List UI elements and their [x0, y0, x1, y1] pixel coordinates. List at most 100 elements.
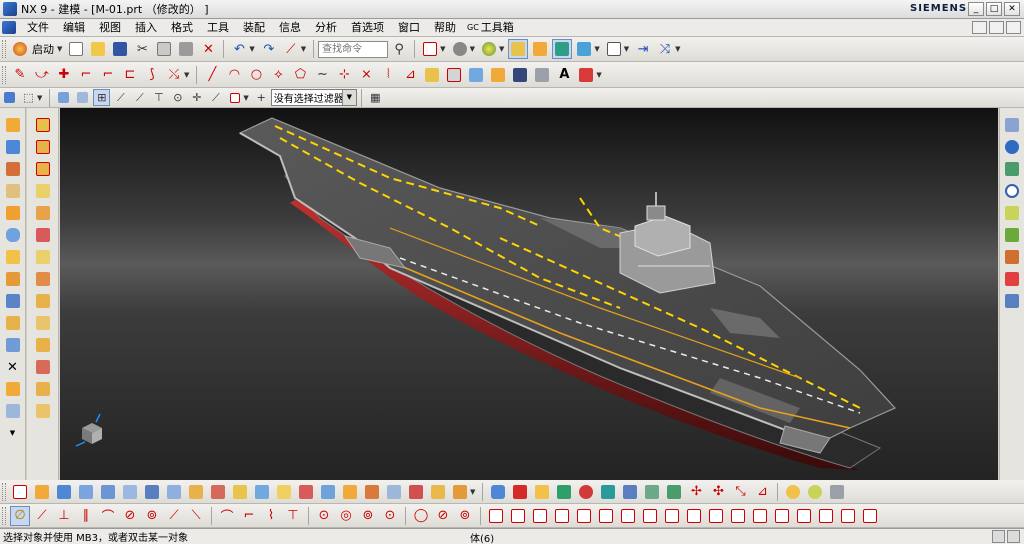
point-on-curve-icon[interactable]: ⟋ — [207, 89, 224, 106]
patch-icon[interactable] — [34, 402, 52, 420]
web-browser-icon[interactable] — [1003, 248, 1021, 266]
polar-icon[interactable]: ⊚ — [455, 506, 475, 526]
nx-app-icon[interactable] — [3, 2, 17, 16]
select-faces-icon[interactable] — [74, 89, 91, 106]
unite-icon[interactable] — [4, 270, 22, 288]
menu-format[interactable]: 格式 — [164, 20, 200, 36]
document-icon[interactable] — [2, 21, 16, 34]
trim-icon[interactable]: ✚ — [54, 65, 74, 85]
mirror-curve-icon[interactable]: ⟆ — [142, 65, 162, 85]
surface-join-icon[interactable] — [552, 506, 572, 526]
surface-trim-icon[interactable] — [486, 506, 506, 526]
circle-point-icon[interactable]: ⊙ — [314, 506, 334, 526]
menu-tools[interactable]: 工具 — [200, 20, 236, 36]
bounded-plane-icon[interactable] — [32, 482, 52, 502]
curve-mesh-icon[interactable]: ⊿ — [400, 65, 420, 85]
surface-rib-icon[interactable] — [816, 506, 836, 526]
polygon-icon[interactable]: ⬠ — [290, 65, 310, 85]
perpendicular-icon[interactable]: ⊥ — [54, 506, 74, 526]
offset-face-icon[interactable] — [4, 402, 22, 420]
surface-divide-icon[interactable] — [508, 506, 528, 526]
menu-insert[interactable]: 插入 — [128, 20, 164, 36]
chamfer-face-icon[interactable] — [664, 482, 684, 502]
cylinder-feature-icon[interactable] — [488, 482, 508, 502]
inferred-constraint-icon[interactable]: ∅ — [10, 505, 30, 526]
menu-help[interactable]: 帮助 — [427, 20, 463, 36]
hole-icon[interactable] — [4, 160, 22, 178]
thicken-icon[interactable] — [34, 182, 52, 200]
surface-bridge-icon[interactable] — [794, 506, 814, 526]
circle-icon[interactable]: ○ — [246, 65, 266, 85]
graphics-viewport[interactable] — [60, 108, 998, 480]
taper-icon[interactable] — [34, 226, 52, 244]
pattern-face-icon[interactable] — [620, 482, 640, 502]
existing-point-icon[interactable] — [226, 89, 243, 106]
paste-icon[interactable] — [176, 39, 196, 59]
mirror-face-icon[interactable] — [642, 482, 662, 502]
mdi-restore-button[interactable] — [989, 21, 1004, 34]
surface-blend-icon[interactable] — [596, 506, 616, 526]
shell-curve-icon[interactable] — [532, 65, 552, 85]
assembly-navigator-icon[interactable] — [1003, 116, 1021, 134]
emboss-icon[interactable] — [34, 248, 52, 266]
shell-icon[interactable] — [4, 314, 22, 332]
shaded-icon[interactable] — [479, 39, 499, 59]
studio-icon[interactable] — [805, 482, 825, 502]
trim-sheet-icon[interactable] — [252, 482, 272, 502]
copy-icon[interactable] — [154, 39, 174, 59]
undo-icon[interactable]: ↶ — [229, 39, 249, 59]
cone-feature-icon[interactable] — [532, 482, 552, 502]
swept-icon[interactable] — [98, 482, 118, 502]
intersection-icon[interactable]: ✛ — [188, 89, 205, 106]
circle-offset-icon[interactable]: ⊙ — [380, 506, 400, 526]
lighting-icon[interactable] — [530, 39, 550, 59]
mesh-icon[interactable] — [510, 65, 530, 85]
menu-gc-badge[interactable]: GC — [463, 20, 481, 36]
move-face-icon[interactable] — [34, 358, 52, 376]
extract-icon[interactable] — [422, 65, 442, 85]
reuse-library-icon[interactable] — [1003, 160, 1021, 178]
helix-icon[interactable]: ⦚ — [378, 65, 398, 85]
angle-dim-icon[interactable]: ⟋ — [32, 506, 52, 526]
sew-icon[interactable] — [34, 204, 52, 222]
surface-thicken-icon[interactable] — [838, 506, 858, 526]
n-sided-icon[interactable] — [164, 482, 184, 502]
fit-icon[interactable] — [420, 39, 440, 59]
delete-face-icon[interactable] — [34, 336, 52, 354]
datum-axis-icon[interactable]: ⤡ — [730, 482, 750, 502]
iso-curve-icon[interactable] — [444, 65, 464, 85]
system-materials-icon[interactable] — [1003, 204, 1021, 222]
open-icon[interactable] — [88, 39, 108, 59]
start-icon[interactable] — [10, 39, 30, 59]
start-label[interactable]: 启动 — [32, 41, 54, 57]
status-filter-icon[interactable] — [1007, 530, 1020, 543]
offset-surface-icon[interactable] — [230, 482, 250, 502]
parallel-icon[interactable]: ∥ — [76, 506, 96, 526]
text-icon[interactable]: A — [554, 65, 574, 85]
wave-icon[interactable]: ⤨ — [655, 39, 675, 59]
datum-point-icon[interactable]: ⊿ — [752, 482, 772, 502]
through-curves-icon[interactable] — [54, 482, 74, 502]
render-style-icon[interactable] — [450, 39, 470, 59]
extend-dim-icon[interactable]: ⊤ — [283, 506, 303, 526]
section-icon[interactable] — [552, 39, 573, 59]
ruled-icon[interactable] — [142, 482, 162, 502]
extend-curve-icon[interactable]: ⊏ — [120, 65, 140, 85]
rib-icon[interactable] — [34, 292, 52, 310]
pattern-icon[interactable] — [4, 204, 22, 222]
crosshair-icon[interactable]: + — [253, 89, 270, 106]
groove-icon[interactable] — [34, 270, 52, 288]
cut-icon[interactable]: ✂ — [132, 39, 152, 59]
surface-fillet-icon[interactable] — [640, 506, 660, 526]
circle-tangent-icon[interactable]: ⊚ — [358, 506, 378, 526]
patch-sheet-icon[interactable] — [296, 482, 316, 502]
bridge-icon[interactable] — [428, 482, 448, 502]
type-filter-dropdown-icon[interactable]: ▼ — [341, 90, 356, 105]
redo-icon[interactable]: ↷ — [259, 39, 279, 59]
menu-information[interactable]: 信息 — [272, 20, 308, 36]
mdi-close-button[interactable] — [1006, 21, 1021, 34]
marquee-icon[interactable]: ⬚ — [20, 89, 37, 106]
boss-icon[interactable] — [4, 182, 22, 200]
enlarge-icon[interactable] — [362, 482, 382, 502]
split-body-icon[interactable] — [4, 380, 22, 398]
